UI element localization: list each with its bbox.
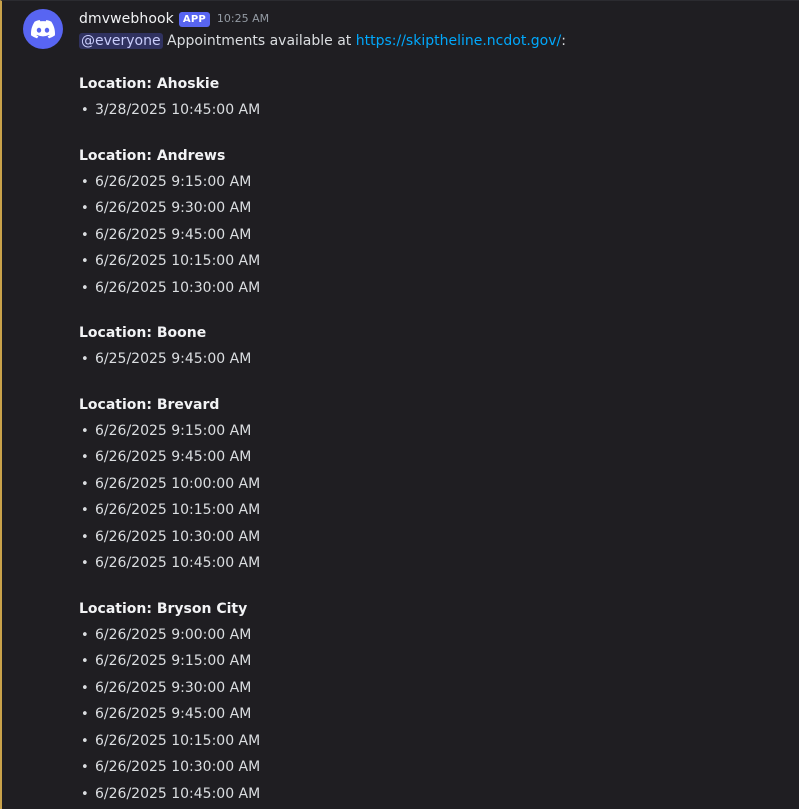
bullet-icon: • <box>81 654 89 669</box>
avatar[interactable] <box>23 9 63 49</box>
bullet-icon: • <box>81 786 89 802</box>
slot-time: 6/26/2025 9:45:00 AM <box>95 449 252 465</box>
username[interactable]: dmvwebhook <box>79 8 174 30</box>
slot-time: 6/26/2025 9:30:00 AM <box>95 200 252 216</box>
bullet-icon: • <box>81 760 89 775</box>
list-item: • 6/26/2025 10:15:00 AM <box>79 728 789 755</box>
bullet-icon: • <box>81 174 89 190</box>
list-item: • 6/26/2025 9:30:00 AM <box>79 675 789 702</box>
location-title: Location: Ahoskie <box>79 76 220 92</box>
list-item: • 6/26/2025 9:45:00 AM <box>79 222 789 249</box>
bullet-icon: • <box>81 254 89 269</box>
slot-time: 6/26/2025 10:30:00 AM <box>95 759 261 775</box>
list-item: • 6/26/2025 10:30:00 AM <box>79 524 789 551</box>
list-item: • 6/25/2025 9:45:00 AM <box>79 346 789 373</box>
slot-time: 6/26/2025 10:15:00 AM <box>95 502 261 518</box>
bullet-icon: • <box>81 423 89 439</box>
list-item: • 6/26/2025 9:45:00 AM <box>79 701 789 728</box>
slot-list: • 6/26/2025 9:15:00 AM • 6/26/2025 9:45:00 … <box>79 418 789 577</box>
location-block: Location: Andrews • 6/26/2025 9:15:00 AM • 6… <box>79 146 789 302</box>
bullet-icon: • <box>81 476 89 492</box>
message-content: dmvwebhook APP 10:25 AM @everyone Appoin… <box>79 8 789 807</box>
location-block: Location: Ahoskie • 3/28/2025 10:45:00 AM <box>79 74 789 124</box>
slot-time: 6/26/2025 10:15:00 AM <box>95 732 261 749</box>
slot-list: • 6/25/2025 9:45:00 AM <box>79 346 789 373</box>
bullet-icon: • <box>81 707 89 722</box>
location-title: Location: Boone <box>79 325 207 341</box>
list-item: • 6/26/2025 9:15:00 AM <box>79 418 789 445</box>
location-title: Location: Andrews <box>79 147 226 164</box>
bullet-icon: • <box>81 280 89 296</box>
slot-time: 6/26/2025 9:15:00 AM <box>95 422 252 439</box>
location-block: Location: Bryson City • 6/26/2025 9:00:00 … <box>79 599 789 808</box>
skiptheline-link[interactable]: https://skiptheline.ncdot.gov/ <box>356 33 561 49</box>
bullet-icon: • <box>81 450 89 465</box>
slot-time: 6/26/2025 9:45:00 AM <box>95 226 252 243</box>
list-item: • 6/26/2025 10:15:00 AM <box>79 248 789 275</box>
list-item: • 6/26/2025 9:15:00 AM <box>79 648 789 675</box>
location-block: Location: Brevard • 6/26/2025 9:15:00 AM • 6… <box>79 395 789 577</box>
slot-time: 3/28/2025 10:45:00 AM <box>95 102 261 118</box>
locations-list: Location: Ahoskie • 3/28/2025 10:45:00 AM L… <box>79 74 789 807</box>
slot-time: 6/26/2025 10:30:00 AM <box>95 528 261 545</box>
slot-time: 6/26/2025 9:45:00 AM <box>95 706 252 722</box>
location-title: Location: Brevard <box>79 396 220 413</box>
chat-message: dmvwebhook APP 10:25 AM @everyone Appoin… <box>0 0 799 809</box>
slot-time: 6/25/2025 9:45:00 AM <box>95 351 252 367</box>
slot-time: 6/26/2025 10:30:00 AM <box>95 279 261 296</box>
app-badge: APP <box>178 11 210 27</box>
list-item: • 6/26/2025 9:00:00 AM <box>79 622 789 649</box>
slot-list: • 6/26/2025 9:00:00 AM • 6/26/2025 9:15:00 … <box>79 622 789 808</box>
bullet-icon: • <box>81 201 89 216</box>
slot-time: 6/26/2025 9:30:00 AM <box>95 679 252 696</box>
slot-time: 6/26/2025 9:15:00 AM <box>95 653 252 669</box>
intro-text: Appointments available at <box>162 33 356 49</box>
list-item: • 6/26/2025 10:45:00 AM <box>79 781 789 808</box>
slot-time: 6/26/2025 10:00:00 AM <box>95 475 261 492</box>
bullet-icon: • <box>81 529 89 545</box>
list-item: • 6/26/2025 10:15:00 AM <box>79 497 789 524</box>
list-item: • 6/26/2025 10:30:00 AM <box>79 754 789 781</box>
message-intro: @everyone Appointments available at http… <box>79 30 789 52</box>
bullet-icon: • <box>81 352 89 367</box>
slot-time: 6/26/2025 9:00:00 AM <box>95 626 252 643</box>
list-item: • 6/26/2025 9:15:00 AM <box>79 169 789 196</box>
list-item: • 3/28/2025 10:45:00 AM <box>79 97 789 124</box>
slot-time: 6/26/2025 10:15:00 AM <box>95 253 261 269</box>
slot-time: 6/26/2025 10:45:00 AM <box>95 555 261 571</box>
slot-time: 6/26/2025 9:15:00 AM <box>95 173 252 190</box>
bullet-icon: • <box>81 556 89 571</box>
intro-end: : <box>561 33 566 49</box>
slot-list: • 3/28/2025 10:45:00 AM <box>79 97 789 124</box>
bullet-icon: • <box>81 627 89 643</box>
location-title: Location: Bryson City <box>79 600 248 617</box>
slot-list: • 6/26/2025 9:15:00 AM • 6/26/2025 9:30:00 … <box>79 169 789 302</box>
list-item: • 6/26/2025 10:45:00 AM <box>79 550 789 577</box>
discord-logo-icon <box>31 19 55 38</box>
message-header: dmvwebhook APP 10:25 AM <box>79 8 789 30</box>
list-item: • 6/26/2025 9:30:00 AM <box>79 195 789 222</box>
timestamp[interactable]: 10:25 AM <box>217 8 269 30</box>
bullet-icon: • <box>81 103 89 118</box>
everyone-mention[interactable]: @everyone <box>79 33 163 49</box>
bullet-icon: • <box>81 227 89 243</box>
list-item: • 6/26/2025 9:45:00 AM <box>79 444 789 471</box>
slot-time: 6/26/2025 10:45:00 AM <box>95 785 261 802</box>
bullet-icon: • <box>81 680 89 696</box>
bullet-icon: • <box>81 503 89 518</box>
location-block: Location: Boone • 6/25/2025 9:45:00 AM <box>79 323 789 373</box>
bullet-icon: • <box>81 733 89 749</box>
list-item: • 6/26/2025 10:00:00 AM <box>79 471 789 498</box>
list-item: • 6/26/2025 10:30:00 AM <box>79 275 789 302</box>
